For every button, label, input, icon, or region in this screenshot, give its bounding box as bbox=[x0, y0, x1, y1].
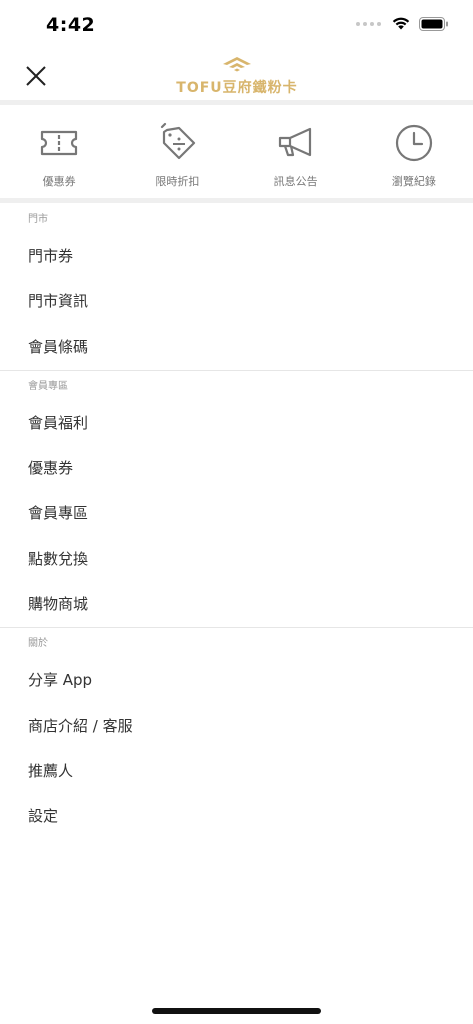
quick-action-label: 優惠券 bbox=[42, 175, 76, 188]
status-bar: 4:42 bbox=[0, 0, 473, 50]
discount-tag-icon bbox=[161, 122, 196, 160]
home-indicator[interactable] bbox=[152, 1008, 321, 1014]
quick-action-label: 瀏覽紀錄 bbox=[391, 175, 436, 188]
section-header-about: 關於 bbox=[28, 638, 48, 650]
app-header: TOFU豆府鐵粉卡 bbox=[0, 50, 473, 100]
cellular-signal-icon bbox=[356, 21, 381, 26]
quick-actions: 優惠券 限時折扣 訊息公告 瀏覽紀錄 bbox=[0, 106, 473, 198]
quick-actions-divider bbox=[0, 198, 473, 203]
status-time: 4:42 bbox=[46, 14, 96, 36]
brand-logo: TOFU豆府鐵粉卡 bbox=[150, 56, 324, 96]
battery-icon bbox=[419, 16, 448, 31]
menu-item-referrer[interactable]: 推薦人 bbox=[0, 749, 473, 794]
brand-name: TOFU豆府鐵粉卡 bbox=[176, 80, 298, 96]
quick-action-history[interactable]: 瀏覽紀錄 bbox=[355, 106, 473, 198]
close-button[interactable] bbox=[22, 62, 50, 90]
quick-action-label: 限時折扣 bbox=[155, 175, 200, 188]
menu-item-store-coupons[interactable]: 門市券 bbox=[0, 234, 473, 279]
ticket-icon bbox=[41, 130, 78, 156]
quick-action-announcements[interactable]: 訊息公告 bbox=[237, 106, 355, 198]
header-divider bbox=[0, 100, 473, 105]
menu-item-member-zone[interactable]: 會員專區 bbox=[0, 491, 473, 536]
menu-item-store-intro-support[interactable]: 商店介紹 / 客服 bbox=[0, 704, 473, 749]
menu-screen: 4:42 TOFU豆府鐵粉卡 優惠券 限時折扣 訊息公告 瀏覽紀錄 門市 門市券… bbox=[0, 0, 473, 1024]
quick-action-coupons[interactable]: 優惠券 bbox=[0, 106, 118, 198]
menu-item-member-barcode[interactable]: 會員條碼 bbox=[0, 325, 473, 370]
menu-item-settings[interactable]: 設定 bbox=[0, 794, 473, 839]
close-icon bbox=[26, 66, 46, 86]
section-header-member: 會員專區 bbox=[28, 380, 68, 392]
menu-item-store-info[interactable]: 門市資訊 bbox=[0, 279, 473, 324]
wifi-icon bbox=[392, 17, 410, 30]
menu-item-shopping-mall[interactable]: 購物商城 bbox=[0, 582, 473, 627]
menu-item-member-benefits[interactable]: 會員福利 bbox=[0, 401, 473, 446]
menu-item-coupons[interactable]: 優惠券 bbox=[0, 446, 473, 491]
status-icons bbox=[356, 16, 449, 31]
quick-action-flash-sale[interactable]: 限時折扣 bbox=[118, 106, 236, 198]
menu-item-share-app[interactable]: 分享 App bbox=[0, 658, 473, 703]
section-header-store: 門市 bbox=[28, 214, 48, 225]
quick-action-label: 訊息公告 bbox=[273, 175, 318, 188]
menu-item-points-redeem[interactable]: 點數兌換 bbox=[0, 537, 473, 582]
tofu-logo-icon bbox=[223, 57, 251, 72]
megaphone-icon bbox=[278, 127, 311, 157]
side-menu: 門市 門市券 門市資訊 會員條碼 會員專區 會員福利 優惠券 會員專區 點數兌換… bbox=[0, 204, 473, 840]
clock-icon bbox=[395, 124, 432, 162]
